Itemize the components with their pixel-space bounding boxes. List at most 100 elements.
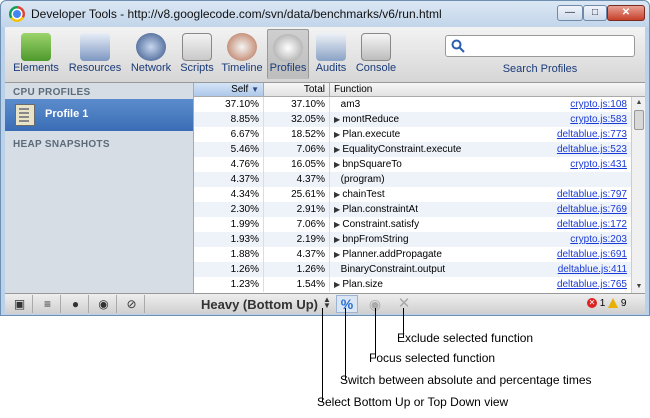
table-row[interactable]: 1.99% 7.06% ▶ Constraint.satisfy deltablue.… [194,217,631,232]
search-icon [451,39,465,53]
column-header-total[interactable]: Total [264,83,330,96]
search-input[interactable] [470,38,634,56]
function-cell: ▶ bnpSquareTo [330,157,540,172]
record-button[interactable]: ● [63,295,89,313]
network-icon [136,33,166,61]
warning-icon [608,298,619,309]
status-bar: ▣ ≡ ● ◉ ⊘ Heavy (Bottom Up) ▲ ▼ % ◉ ✕ ✕ 1… [5,293,645,314]
function-name: bnpFromString [342,234,409,245]
tab-resources[interactable]: Resources [65,29,125,79]
callout-line-switch [345,308,346,380]
function-name: Plan.constraintAt [342,204,418,215]
window-title: Developer Tools - http://v8.googlecode.c… [31,7,442,21]
source-link[interactable]: deltablue.js:797 [524,187,631,202]
view-mode-select[interactable]: Heavy (Bottom Up) [201,297,341,312]
total-cell: 18.52% [264,127,330,142]
source-link[interactable]: deltablue.js:769 [524,202,631,217]
table-row[interactable]: 4.34% 25.61% ▶ chainTest deltablue.js:797 [194,187,631,202]
column-header-function[interactable]: Function [330,83,631,96]
total-cell: 7.06% [264,217,330,232]
source-link[interactable]: crypto.js:203 [524,232,631,247]
resources-icon [80,33,110,61]
self-cell: 1.99% [194,217,264,232]
tab-console[interactable]: Console [353,29,399,79]
dock-toggle-button[interactable]: ▣ [7,295,33,313]
self-cell: 4.76% [194,157,264,172]
source-link[interactable]: crypto.js:583 [524,112,631,127]
tab-audits[interactable]: Audits [311,29,351,79]
grid-scrollbar[interactable]: ▲ ▼ [631,97,645,293]
table-row[interactable]: 1.88% 4.37% ▶ Planner.addPropagate deltablu… [194,247,631,262]
total-cell: 2.19% [264,232,330,247]
function-cell: ▶ Constraint.satisfy [330,217,540,232]
source-link[interactable]: deltablue.js:773 [524,127,631,142]
function-cell: ▶ Plan.constraintAt [330,202,540,217]
table-row[interactable]: 1.93% 2.19% ▶ bnpFromString crypto.js:203 [194,232,631,247]
table-row[interactable]: 37.10% 37.10% am3 crypto.js:108 [194,97,631,112]
tab-profiles[interactable]: Profiles [267,29,309,79]
profile-label: Profile 1 [45,108,89,120]
source-link[interactable]: crypto.js:431 [524,157,631,172]
close-button[interactable]: ✕ [607,5,645,21]
function-name: am3 [340,99,361,110]
table-row[interactable]: 2.30% 2.91% ▶ Plan.constraintAt deltablue.j… [194,202,631,217]
table-row[interactable]: 1.23% 1.54% ▶ Plan.size deltablue.js:765 [194,277,631,292]
function-name: Plan.execute [342,129,401,140]
cpu-profiles-heading: CPU PROFILES [13,87,91,98]
table-row[interactable]: 4.37% 4.37% (program) [194,172,631,187]
error-warning-counts[interactable]: ✕ 1 9 [587,298,626,309]
self-header-label: Self [231,84,249,95]
tab-network-label: Network [130,62,172,74]
heap-snapshots-heading[interactable]: HEAP SNAPSHOTS [13,139,110,150]
console-toggle-button[interactable]: ≡ [35,295,61,313]
function-name: BinaryConstraint.output [340,264,446,275]
source-link[interactable]: deltablue.js:411 [524,262,631,277]
source-link[interactable]: deltablue.js:523 [524,142,631,157]
tab-elements[interactable]: Elements [11,29,61,79]
function-cell: BinaryConstraint.output [330,262,540,277]
total-header-label: Total [303,84,325,95]
table-row[interactable]: 1.26% 1.26% BinaryConstraint.output deltab… [194,262,631,277]
scroll-down-arrow-icon[interactable]: ▼ [632,281,645,293]
table-row[interactable]: 5.46% 7.06% ▶ EqualityConstraint.execute de… [194,142,631,157]
self-cell: 37.10% [194,97,264,112]
console-icon [361,33,391,61]
percent-toggle-button[interactable]: % [336,295,358,313]
function-cell: ▶ EqualityConstraint.execute [330,142,540,157]
function-cell: (program) [330,172,540,187]
self-cell: 1.93% [194,232,264,247]
clear-button[interactable]: ⊘ [119,295,145,313]
table-row[interactable]: 6.67% 18.52% ▶ Plan.execute deltablue.js:77… [194,127,631,142]
search-box[interactable] [445,35,635,57]
scroll-thumb[interactable] [634,110,644,130]
warning-count: 9 [620,298,627,309]
function-name: Constraint.satisfy [342,219,420,230]
callout-focus: Focus selected function [369,351,496,365]
minimize-button[interactable]: — [557,5,583,21]
tab-scripts[interactable]: Scripts [177,29,217,79]
function-cell: ▶ Planner.addPropagate [330,247,540,262]
source-link[interactable]: deltablue.js:691 [524,247,631,262]
self-cell: 8.85% [194,112,264,127]
exclude-function-button[interactable]: ✕ [393,295,415,313]
function-name: chainTest [342,189,385,200]
function-cell: ▶ chainTest [330,187,540,202]
self-cell: 1.88% [194,247,264,262]
source-link[interactable]: deltablue.js:765 [524,277,631,292]
maximize-button[interactable]: □ [583,5,607,21]
column-header-self[interactable]: Self ▼ [194,83,264,96]
scroll-up-arrow-icon[interactable]: ▲ [632,97,645,109]
function-name: (program) [340,174,385,185]
source-link[interactable]: crypto.js:108 [524,97,631,112]
function-cell: ▶ montReduce [330,112,540,127]
elements-icon [21,33,51,61]
tab-network[interactable]: Network [127,29,175,79]
audits-icon [316,33,346,61]
table-row[interactable]: 4.76% 16.05% ▶ bnpSquareTo crypto.js:431 [194,157,631,172]
eye-icon[interactable]: ◉ [91,295,117,313]
sidebar-item-profile-1[interactable]: Profile 1 [5,99,193,131]
tab-timeline[interactable]: Timeline [219,29,265,79]
table-row[interactable]: 8.85% 32.05% ▶ montReduce crypto.js:583 [194,112,631,127]
total-cell: 1.54% [264,277,330,292]
source-link[interactable]: deltablue.js:172 [524,217,631,232]
